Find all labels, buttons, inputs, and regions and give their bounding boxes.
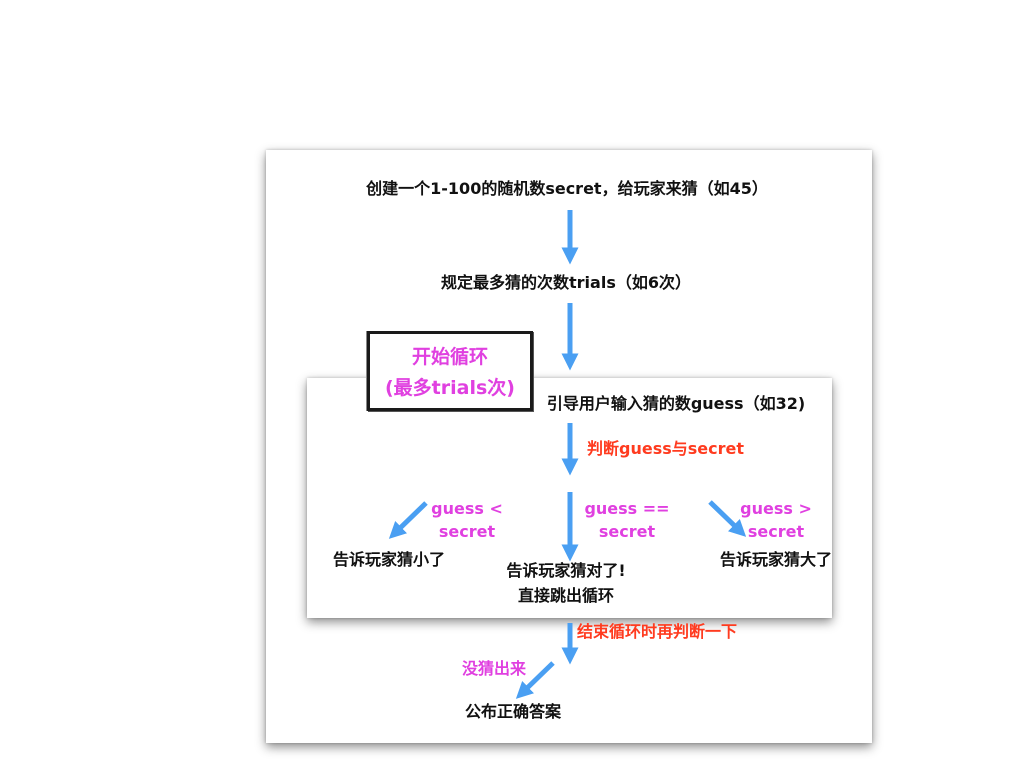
condition-after-loop: 结束循环时再判断一下 <box>577 622 738 641</box>
step-reveal-answer: 公布正确答案 <box>464 702 562 721</box>
outcome-correct: 告诉玩家猜对了! 直接跳出循环 <box>506 561 626 605</box>
outcome-too-small: 告诉玩家猜小了 <box>332 550 446 569</box>
step-prompt-guess: 引导用户输入猜的数guess（如32) <box>546 394 806 413</box>
condition-less: guess < secret <box>431 499 503 541</box>
condition-equal: guess == secret <box>584 499 670 541</box>
step-set-trials: 规定最多猜的次数trials（如6次） <box>441 273 691 292</box>
outcome-too-big: 告诉玩家猜大了 <box>719 550 833 569</box>
condition-judge: 判断guess与secret <box>587 439 744 458</box>
condition-greater: guess > secret <box>740 499 812 541</box>
condition-not-guessed: 没猜出来 <box>462 659 527 678</box>
arrow-to-reveal <box>515 661 555 699</box>
step-create-secret: 创建一个1-100的随机数secret，给玩家来猜（如45） <box>366 179 768 198</box>
arrow-to-too-small <box>388 501 428 539</box>
flow-arrows <box>388 210 747 699</box>
arrow-to-too-big <box>708 500 747 537</box>
